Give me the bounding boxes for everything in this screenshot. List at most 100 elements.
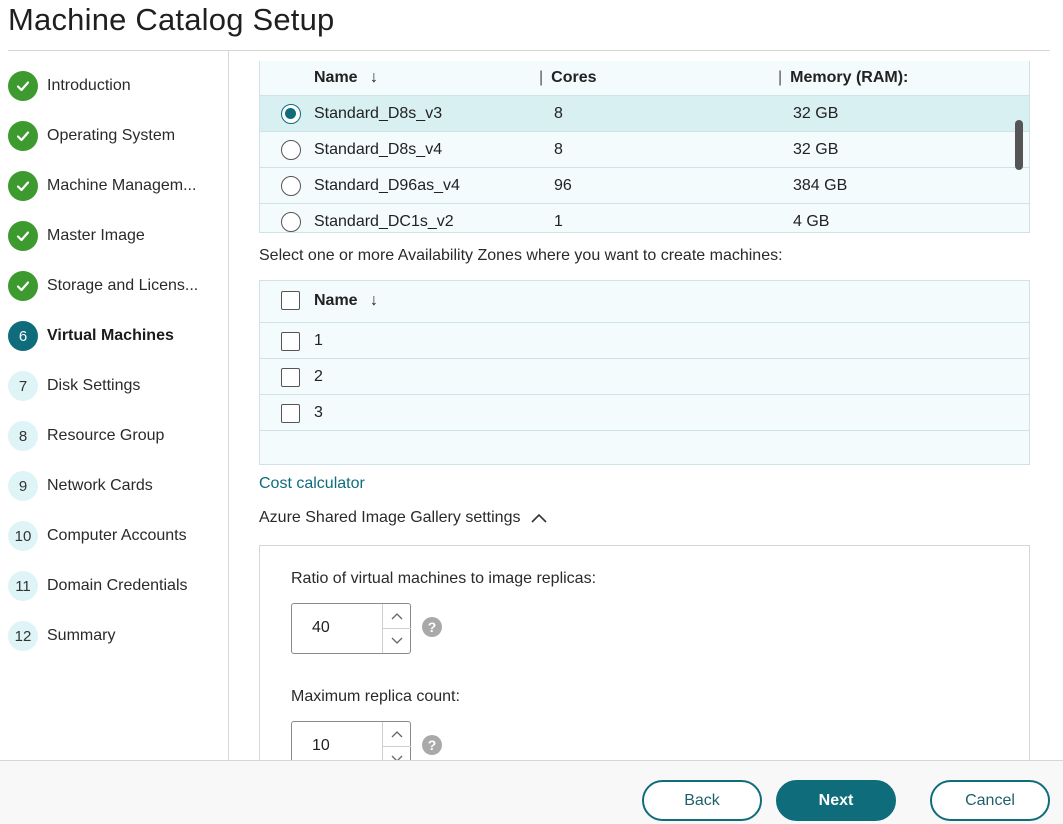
max-replica-stepper[interactable]: 10	[291, 721, 411, 760]
vm-table-scrollbar[interactable]	[1015, 120, 1023, 170]
back-button[interactable]: Back	[642, 780, 762, 821]
ratio-stepper[interactable]: 40	[291, 603, 411, 654]
step-number-badge: 8	[8, 421, 38, 451]
vm-size-table: Name ↓ | Cores | Memory (RAM): Standard_D8…	[259, 61, 1030, 233]
step-virtual-machines[interactable]: 6 Virtual Machines	[8, 321, 174, 351]
zone-checkbox[interactable]	[281, 332, 300, 351]
vm-table-row[interactable]: Standard_D96as_v4 96 384 GB	[260, 167, 1029, 203]
gallery-settings-toggle[interactable]: Azure Shared Image Gallery settings	[259, 509, 548, 527]
increment-chevron-up-icon[interactable]	[383, 722, 411, 747]
step-computer-accounts[interactable]: 10 Computer Accounts	[8, 521, 187, 551]
column-separator: |	[778, 69, 783, 86]
step-label: Operating System	[47, 127, 176, 144]
column-cores-label: Cores	[551, 69, 597, 86]
column-header-name[interactable]: Name ↓	[314, 292, 378, 310]
step-label: Virtual Machines	[47, 327, 174, 344]
az-table-empty-row	[260, 430, 1029, 465]
gallery-settings-label: Azure Shared Image Gallery settings	[259, 509, 521, 526]
vm-cores-cell: 8	[554, 105, 563, 122]
step-label: Machine Managem...	[47, 177, 197, 194]
chevron-up-icon	[531, 513, 548, 523]
vm-radio-button[interactable]	[281, 176, 301, 196]
step-number-badge: 12	[8, 621, 38, 651]
step-done-checkmark-icon	[8, 271, 38, 301]
increment-chevron-up-icon[interactable]	[383, 604, 411, 629]
column-header-name[interactable]: Name ↓	[314, 69, 378, 87]
step-resource-group[interactable]: 8 Resource Group	[8, 421, 164, 451]
column-name-label: Name	[314, 69, 358, 86]
stepper-arrows	[382, 604, 411, 654]
step-label: Summary	[47, 627, 116, 644]
step-done-checkmark-icon	[8, 71, 38, 101]
vm-radio-button[interactable]	[281, 140, 301, 160]
main-content: Name ↓ | Cores | Memory (RAM): Standard_D8…	[230, 51, 1063, 760]
step-label: Domain Credentials	[47, 577, 188, 594]
step-disk-settings[interactable]: 7 Disk Settings	[8, 371, 140, 401]
next-button[interactable]: Next	[776, 780, 896, 821]
column-memory-label: Memory (RAM):	[790, 69, 909, 86]
zone-name-cell: 1	[314, 332, 323, 349]
step-number-badge: 10	[8, 521, 38, 551]
az-table-row[interactable]: 2	[260, 358, 1029, 394]
step-label: Storage and Licens...	[47, 277, 199, 294]
az-table-row[interactable]: 1	[260, 322, 1029, 358]
select-all-checkbox[interactable]	[281, 291, 300, 310]
cancel-button[interactable]: Cancel	[930, 780, 1050, 821]
decrement-chevron-down-icon[interactable]	[383, 747, 411, 760]
az-table-row[interactable]: 3	[260, 394, 1029, 430]
vm-table-row[interactable]: Standard_D8s_v4 8 32 GB	[260, 131, 1029, 167]
step-label: Disk Settings	[47, 377, 141, 394]
vm-memory-cell: 4 GB	[793, 213, 830, 230]
step-done-checkmark-icon	[8, 171, 38, 201]
step-label: Master Image	[47, 227, 145, 244]
vm-cores-cell: 1	[554, 213, 563, 230]
vm-memory-cell: 384 GB	[793, 177, 848, 194]
zone-name-cell: 2	[314, 368, 323, 385]
step-label: Introduction	[47, 77, 131, 94]
vm-name-cell: Standard_D8s_v4	[314, 141, 443, 158]
step-network-cards[interactable]: 9 Network Cards	[8, 471, 153, 501]
step-done-checkmark-icon	[8, 221, 38, 251]
availability-zones-prompt: Select one or more Availability Zones wh…	[259, 247, 783, 264]
zone-checkbox[interactable]	[281, 368, 300, 387]
step-number-badge: 7	[8, 371, 38, 401]
vm-table-row[interactable]: Standard_D8s_v3 8 32 GB	[260, 95, 1029, 131]
sort-arrow-icon: ↓	[370, 69, 379, 86]
max-replica-label: Maximum replica count:	[291, 688, 460, 705]
step-introduction[interactable]: Introduction	[8, 71, 131, 101]
column-header-memory[interactable]: | Memory (RAM):	[778, 69, 908, 87]
vm-radio-button[interactable]	[281, 212, 301, 232]
column-header-cores[interactable]: | Cores	[539, 69, 597, 87]
step-master-image[interactable]: Master Image	[8, 221, 145, 251]
vm-memory-cell: 32 GB	[793, 105, 839, 122]
step-done-checkmark-icon	[8, 121, 38, 151]
step-machine-management[interactable]: Machine Managem...	[8, 171, 196, 201]
column-separator: |	[539, 69, 544, 86]
step-operating-system[interactable]: Operating System	[8, 121, 175, 151]
ratio-label: Ratio of virtual machines to image repli…	[291, 570, 597, 587]
vm-table-header: Name ↓ | Cores | Memory (RAM):	[260, 61, 1029, 95]
vm-cores-cell: 96	[554, 177, 572, 194]
help-icon[interactable]: ?	[422, 735, 442, 755]
help-icon[interactable]: ?	[422, 617, 442, 637]
step-storage-licensing[interactable]: Storage and Licens...	[8, 271, 198, 301]
ratio-value: 40	[312, 619, 330, 636]
zone-checkbox[interactable]	[281, 404, 300, 423]
vm-name-cell: Standard_D96as_v4	[314, 177, 460, 194]
page-title: Machine Catalog Setup	[8, 2, 335, 37]
az-table-header: Name ↓	[260, 281, 1029, 322]
decrement-chevron-down-icon[interactable]	[383, 629, 411, 654]
wizard-footer: Back Next Cancel	[0, 760, 1063, 824]
vm-radio-button[interactable]	[281, 104, 301, 124]
gallery-settings-panel: Ratio of virtual machines to image repli…	[259, 545, 1030, 760]
max-replica-value: 10	[312, 737, 330, 754]
vm-table-row[interactable]: Standard_DC1s_v2 1 4 GB	[260, 203, 1029, 232]
zone-name-cell: 3	[314, 404, 323, 421]
step-domain-credentials[interactable]: 11 Domain Credentials	[8, 571, 188, 601]
wizard-sidebar: Introduction Operating System Machine Ma…	[0, 51, 229, 760]
vm-memory-cell: 32 GB	[793, 141, 839, 158]
vm-cores-cell: 8	[554, 141, 563, 158]
step-summary[interactable]: 12 Summary	[8, 621, 115, 651]
step-label: Computer Accounts	[47, 527, 187, 544]
cost-calculator-link[interactable]: Cost calculator	[259, 475, 365, 493]
